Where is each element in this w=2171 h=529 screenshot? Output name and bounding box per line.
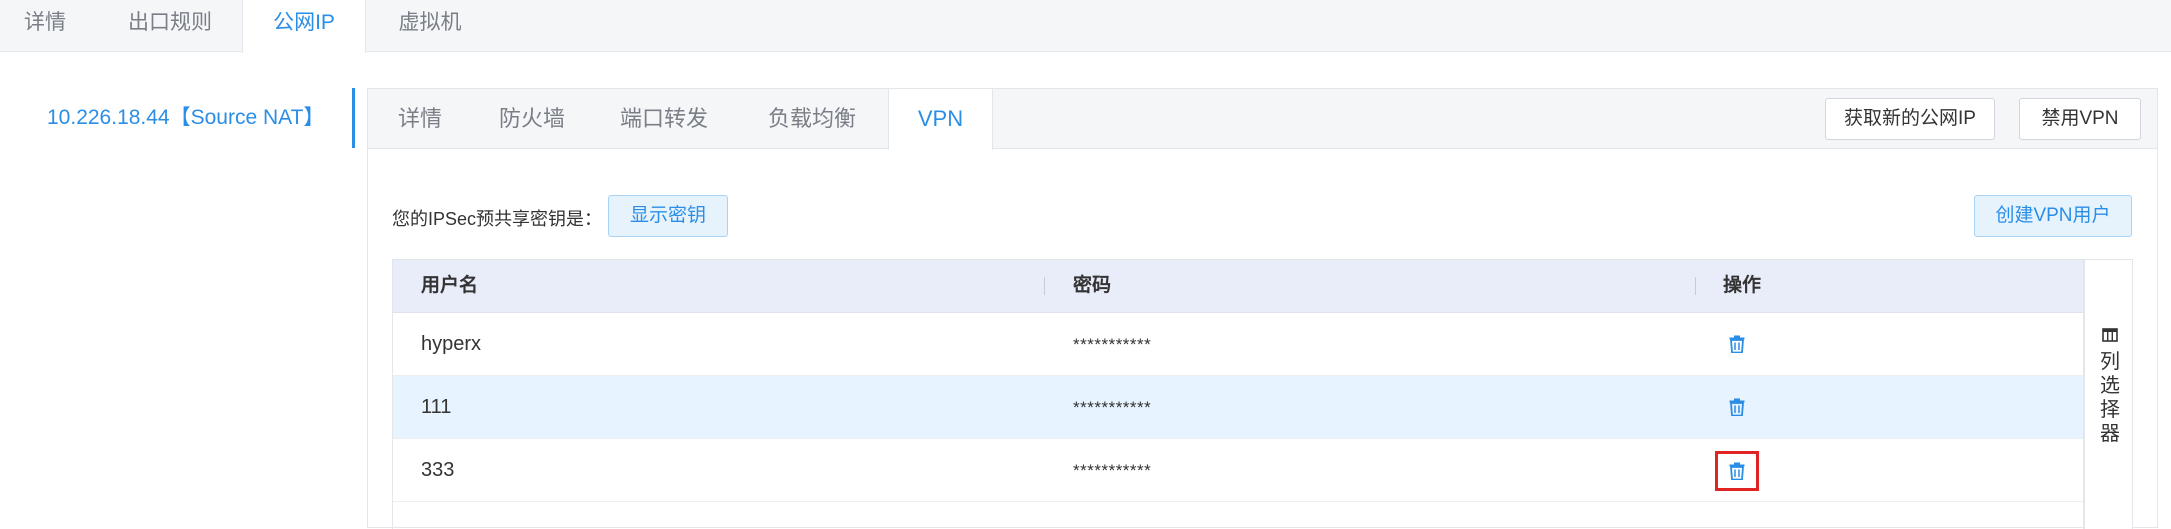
column-resize-handle[interactable] [1695,277,1696,295]
delete-user-button[interactable] [1715,451,1759,491]
table-row: 333 *********** [393,439,2083,502]
tab-virtual-machines[interactable]: 虚拟机 [380,0,480,53]
delete-user-button[interactable] [1725,395,1749,419]
inner-tab-bar: 详情 防火墙 端口转发 负载均衡 VPN 获取新的公网IP 禁用VPN [368,89,2157,150]
psk-label: 您的IPSec预共享密钥是： [392,209,603,229]
tab-details[interactable]: 详情 [0,0,90,53]
table-row: 111 *********** [393,376,2083,439]
ip-list-item-selected[interactable]: 10.226.18.44【Source NAT】 [0,88,355,148]
password-cell: *********** [1073,461,1152,480]
tab-public-ip[interactable]: 公网IP [242,0,366,53]
username-cell: hyperx [421,333,482,355]
username-cell: 111 [421,396,452,418]
columns-icon [2102,328,2118,342]
trash-icon [1729,335,1745,353]
delete-user-button[interactable] [1725,332,1749,356]
table-header: 用户名 密码 操作 [393,260,2083,313]
column-picker-label: 列选择器 [2100,351,2120,445]
inner-tab-vpn[interactable]: VPN [888,89,993,150]
inner-tab-firewall[interactable]: 防火墙 [472,89,592,150]
column-header-username[interactable]: 用户名 [421,260,478,312]
create-vpn-user-button[interactable]: 创建VPN用户 [1974,195,2132,237]
show-key-button[interactable]: 显示密钥 [608,195,728,237]
table-row: hyperx *********** [393,313,2083,376]
disable-vpn-button[interactable]: 禁用VPN [2019,98,2141,140]
column-header-password[interactable]: 密码 [1073,260,1111,312]
column-picker[interactable]: 列选择器 [2084,259,2133,529]
top-tab-bar: 详情 出口规则 公网IP 虚拟机 [0,0,2171,53]
inner-tab-port-forwarding[interactable]: 端口转发 [592,89,736,150]
vpn-users-table: 用户名 密码 操作 hyperx *********** 111 *******… [392,259,2084,529]
password-cell: *********** [1073,335,1152,354]
inner-tab-details[interactable]: 详情 [368,89,472,150]
inner-tab-load-balancing[interactable]: 负载均衡 [736,89,888,150]
tab-egress-rules[interactable]: 出口规则 [105,0,235,53]
trash-icon [1729,462,1745,480]
column-header-actions: 操作 [1723,275,1762,296]
vpn-panel: 详情 防火墙 端口转发 负载均衡 VPN 获取新的公网IP 禁用VPN 您的IP… [367,88,2158,529]
password-cell: *********** [1073,398,1152,417]
trash-icon [1729,398,1745,416]
acquire-new-ip-button[interactable]: 获取新的公网IP [1825,98,1995,140]
username-cell: 333 [421,459,455,481]
column-resize-handle[interactable] [1044,277,1045,295]
